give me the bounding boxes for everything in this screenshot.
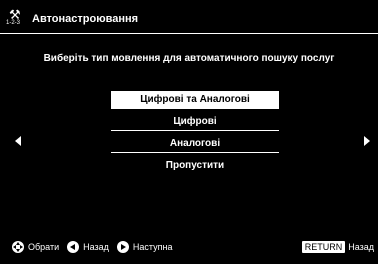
dpad-icon — [12, 241, 24, 253]
option-skip[interactable]: Пропустити — [111, 157, 279, 175]
footer-return[interactable]: RETURN Назад — [301, 241, 374, 253]
select-label: Обрати — [28, 242, 60, 252]
option-analog[interactable]: Аналогові — [111, 135, 279, 153]
back-arrow-icon — [67, 241, 80, 253]
return-key[interactable]: RETURN — [301, 241, 346, 253]
return-label: Назад — [348, 242, 374, 252]
autotune-screen: ⚒ 1-2-3 Автонастроювання Виберіть тип мо… — [0, 0, 378, 264]
footer-help-bar: Обрати Назад Наступна RETURN Назад — [12, 240, 374, 254]
option-digital-and-analog[interactable]: Цифрові та Аналогові — [111, 91, 279, 109]
title-divider — [0, 33, 378, 34]
footer-back: Назад — [67, 241, 109, 253]
next-arrow-icon — [116, 241, 129, 253]
next-label: Наступна — [132, 242, 173, 252]
footer-next: Наступна — [116, 241, 173, 253]
prompt-text: Виберіть тип мовлення для автоматичного … — [43, 53, 335, 64]
icon-caption: 1-2-3 — [6, 20, 21, 26]
back-label: Назад — [83, 242, 109, 252]
footer-select: Обрати — [12, 241, 59, 253]
wrench-icon: ⚒ 1-2-3 — [6, 7, 26, 31]
option-digital[interactable]: Цифрові — [111, 113, 279, 131]
page-title: Автонастроювання — [32, 13, 139, 25]
arrow-left-icon[interactable] — [15, 136, 21, 146]
broadcast-type-menu: Цифрові та Аналогові Цифрові Аналогові П… — [111, 91, 279, 179]
arrow-right-icon[interactable] — [364, 136, 370, 146]
title-bar: ⚒ 1-2-3 Автонастроювання — [6, 6, 138, 32]
